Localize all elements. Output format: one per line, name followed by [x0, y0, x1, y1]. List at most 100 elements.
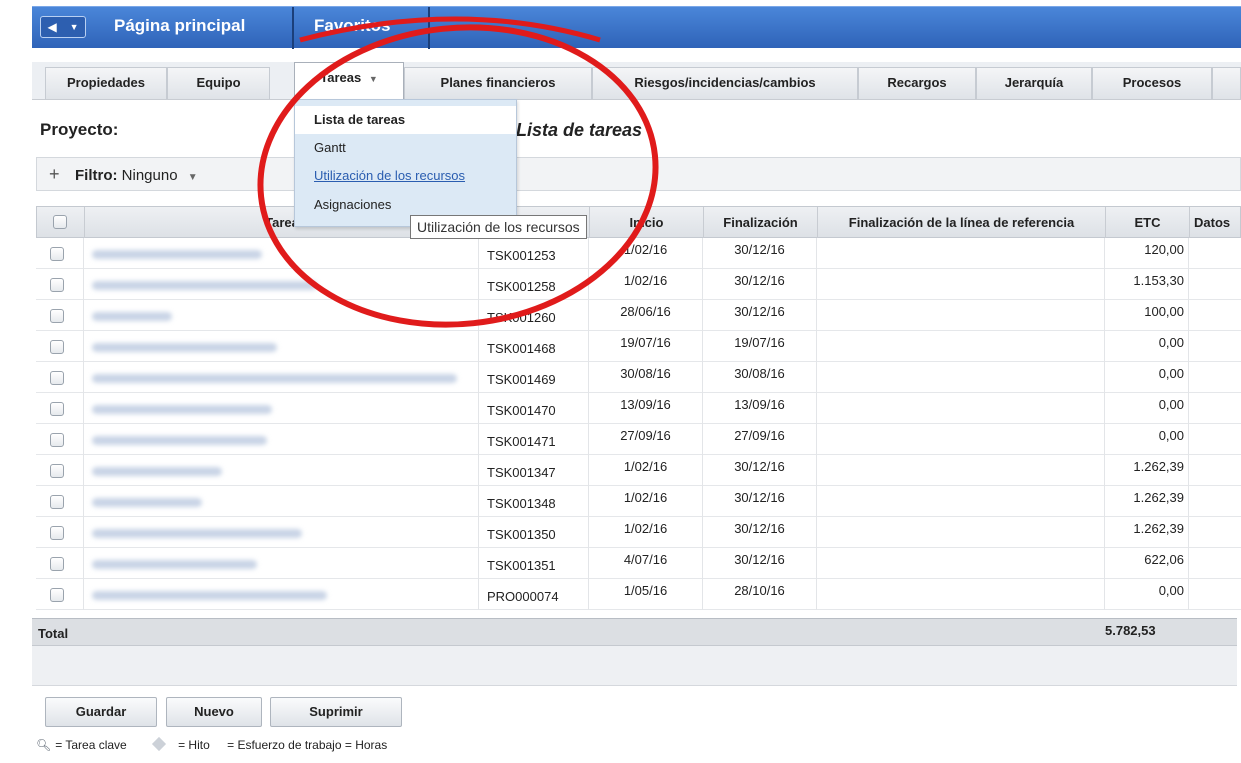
delete-button[interactable]: Suprimir [270, 697, 402, 727]
row-checkbox[interactable] [50, 402, 64, 416]
baseline-finish-cell [817, 579, 1105, 610]
new-button[interactable]: Nuevo [166, 697, 262, 727]
start-date-cell: 4/07/16 [589, 548, 703, 579]
col-etc[interactable]: ETC [1106, 207, 1190, 239]
table-row[interactable]: TSK001253 1/02/16 30/12/16 120,00 [36, 238, 1241, 269]
task-name-cell[interactable] [84, 269, 479, 300]
expand-filter-icon[interactable]: + [49, 164, 60, 185]
table-row[interactable]: TSK001258 1/02/16 30/12/16 1.153,30 [36, 269, 1241, 300]
table-row[interactable]: TSK001347 1/02/16 30/12/16 1.262,39 [36, 455, 1241, 486]
task-name-cell[interactable] [84, 300, 479, 331]
task-name-cell[interactable] [84, 455, 479, 486]
col-datos[interactable]: Datos [1190, 207, 1241, 239]
col-inicio[interactable]: Inicio [590, 207, 704, 239]
baseline-finish-cell [817, 548, 1105, 579]
grid-footer [32, 646, 1237, 686]
blurred-task-name [92, 281, 317, 290]
data-cell [1189, 455, 1241, 486]
favorites-tab[interactable]: Favoritos [300, 7, 405, 49]
etc-cell: 1.262,39 [1105, 486, 1189, 517]
task-name-cell[interactable] [84, 579, 479, 610]
row-checkbox[interactable] [50, 495, 64, 509]
table-row[interactable]: TSK001260 28/06/16 30/12/16 100,00 [36, 300, 1241, 331]
task-name-cell[interactable] [84, 331, 479, 362]
blurred-task-name [92, 436, 267, 445]
table-row[interactable]: PRO000074 1/05/16 28/10/16 0,00 [36, 579, 1241, 610]
task-id-cell: TSK001470 [479, 393, 589, 424]
tab-equipo[interactable]: Equipo [167, 67, 270, 99]
col-finalizacion-referencia[interactable]: Finalización de la línea de referencia [818, 207, 1106, 239]
finish-date-cell: 30/12/16 [703, 517, 817, 548]
tab-planes-financieros[interactable]: Planes financieros [404, 67, 592, 99]
table-row[interactable]: TSK001351 4/07/16 30/12/16 622,06 [36, 548, 1241, 579]
task-name-cell[interactable] [84, 393, 479, 424]
row-select-cell [36, 362, 84, 393]
chevron-down-icon: ▼ [368, 74, 378, 84]
finish-date-cell: 30/12/16 [703, 455, 817, 486]
filter-bar: + Filtro: Ninguno ▼ [36, 157, 1241, 191]
row-checkbox[interactable] [50, 309, 64, 323]
tab-jerarquia[interactable]: Jerarquía [976, 67, 1092, 99]
save-button[interactable]: Guardar [45, 697, 157, 727]
blurred-task-name [92, 529, 302, 538]
row-select-cell [36, 548, 84, 579]
tab-propiedades[interactable]: Propiedades [45, 67, 167, 99]
etc-cell: 1.262,39 [1105, 455, 1189, 486]
etc-cell: 1.153,30 [1105, 269, 1189, 300]
finish-date-cell: 19/07/16 [703, 331, 817, 362]
legend-effort: = Esfuerzo de trabajo = Horas [227, 738, 388, 752]
grid-body: TSK001253 1/02/16 30/12/16 120,00 TSK001258 1… [36, 238, 1241, 610]
select-all-checkbox[interactable] [53, 215, 67, 229]
tab-more[interactable] [1212, 67, 1241, 99]
menu-item-lista-de-tareas[interactable]: Lista de tareas [295, 106, 516, 134]
menu-item-gantt[interactable]: Gantt [295, 134, 516, 162]
home-tab[interactable]: Página principal [100, 7, 259, 49]
blurred-task-name [92, 312, 172, 321]
row-checkbox[interactable] [50, 371, 64, 385]
data-cell [1189, 300, 1241, 331]
table-row[interactable]: TSK001348 1/02/16 30/12/16 1.262,39 [36, 486, 1241, 517]
row-select-cell [36, 455, 84, 486]
task-name-cell[interactable] [84, 486, 479, 517]
table-row[interactable]: TSK001469 30/08/16 30/08/16 0,00 [36, 362, 1241, 393]
legend-milestone: = Hito [178, 738, 210, 752]
total-etc: 5.782,53 [1105, 623, 1156, 638]
task-name-cell[interactable] [84, 517, 479, 548]
task-name-cell[interactable] [84, 424, 479, 455]
task-name-cell[interactable] [84, 238, 479, 269]
col-finalizacion[interactable]: Finalización [704, 207, 818, 239]
topbar-divider [292, 7, 294, 49]
start-date-cell: 1/05/16 [589, 579, 703, 610]
task-name-cell[interactable] [84, 362, 479, 393]
table-row[interactable]: TSK001350 1/02/16 30/12/16 1.262,39 [36, 517, 1241, 548]
finish-date-cell: 27/09/16 [703, 424, 817, 455]
tab-tareas[interactable]: Tareas ▼ [294, 62, 404, 102]
tab-tareas-label: Tareas [320, 70, 362, 85]
menu-item-utilizacion-recursos[interactable]: Utilización de los recursos [295, 162, 516, 190]
task-name-cell[interactable] [84, 548, 479, 579]
tab-procesos[interactable]: Procesos [1092, 67, 1212, 99]
data-cell [1189, 238, 1241, 269]
row-checkbox[interactable] [50, 278, 64, 292]
data-cell [1189, 269, 1241, 300]
row-checkbox[interactable] [50, 247, 64, 261]
tab-riesgos[interactable]: Riesgos/incidencias/cambios [592, 67, 858, 99]
etc-cell: 100,00 [1105, 300, 1189, 331]
back-history-button[interactable]: ◀ ▼ [40, 16, 86, 38]
tab-recargos[interactable]: Recargos [858, 67, 976, 99]
legend-key-task: = Tarea clave [55, 738, 127, 752]
row-checkbox[interactable] [50, 526, 64, 540]
table-row[interactable]: TSK001470 13/09/16 13/09/16 0,00 [36, 393, 1241, 424]
filter-selector[interactable]: Filtro: Ninguno ▼ [75, 167, 198, 184]
finish-date-cell: 30/12/16 [703, 300, 817, 331]
row-checkbox[interactable] [50, 588, 64, 602]
filter-label: Filtro: [75, 167, 118, 184]
row-checkbox[interactable] [50, 433, 64, 447]
row-checkbox[interactable] [50, 557, 64, 571]
row-checkbox[interactable] [50, 464, 64, 478]
baseline-finish-cell [817, 300, 1105, 331]
table-row[interactable]: TSK001471 27/09/16 27/09/16 0,00 [36, 424, 1241, 455]
top-navigation-bar: ◀ ▼ Página principal Favoritos [32, 6, 1241, 49]
table-row[interactable]: TSK001468 19/07/16 19/07/16 0,00 [36, 331, 1241, 362]
row-checkbox[interactable] [50, 340, 64, 354]
